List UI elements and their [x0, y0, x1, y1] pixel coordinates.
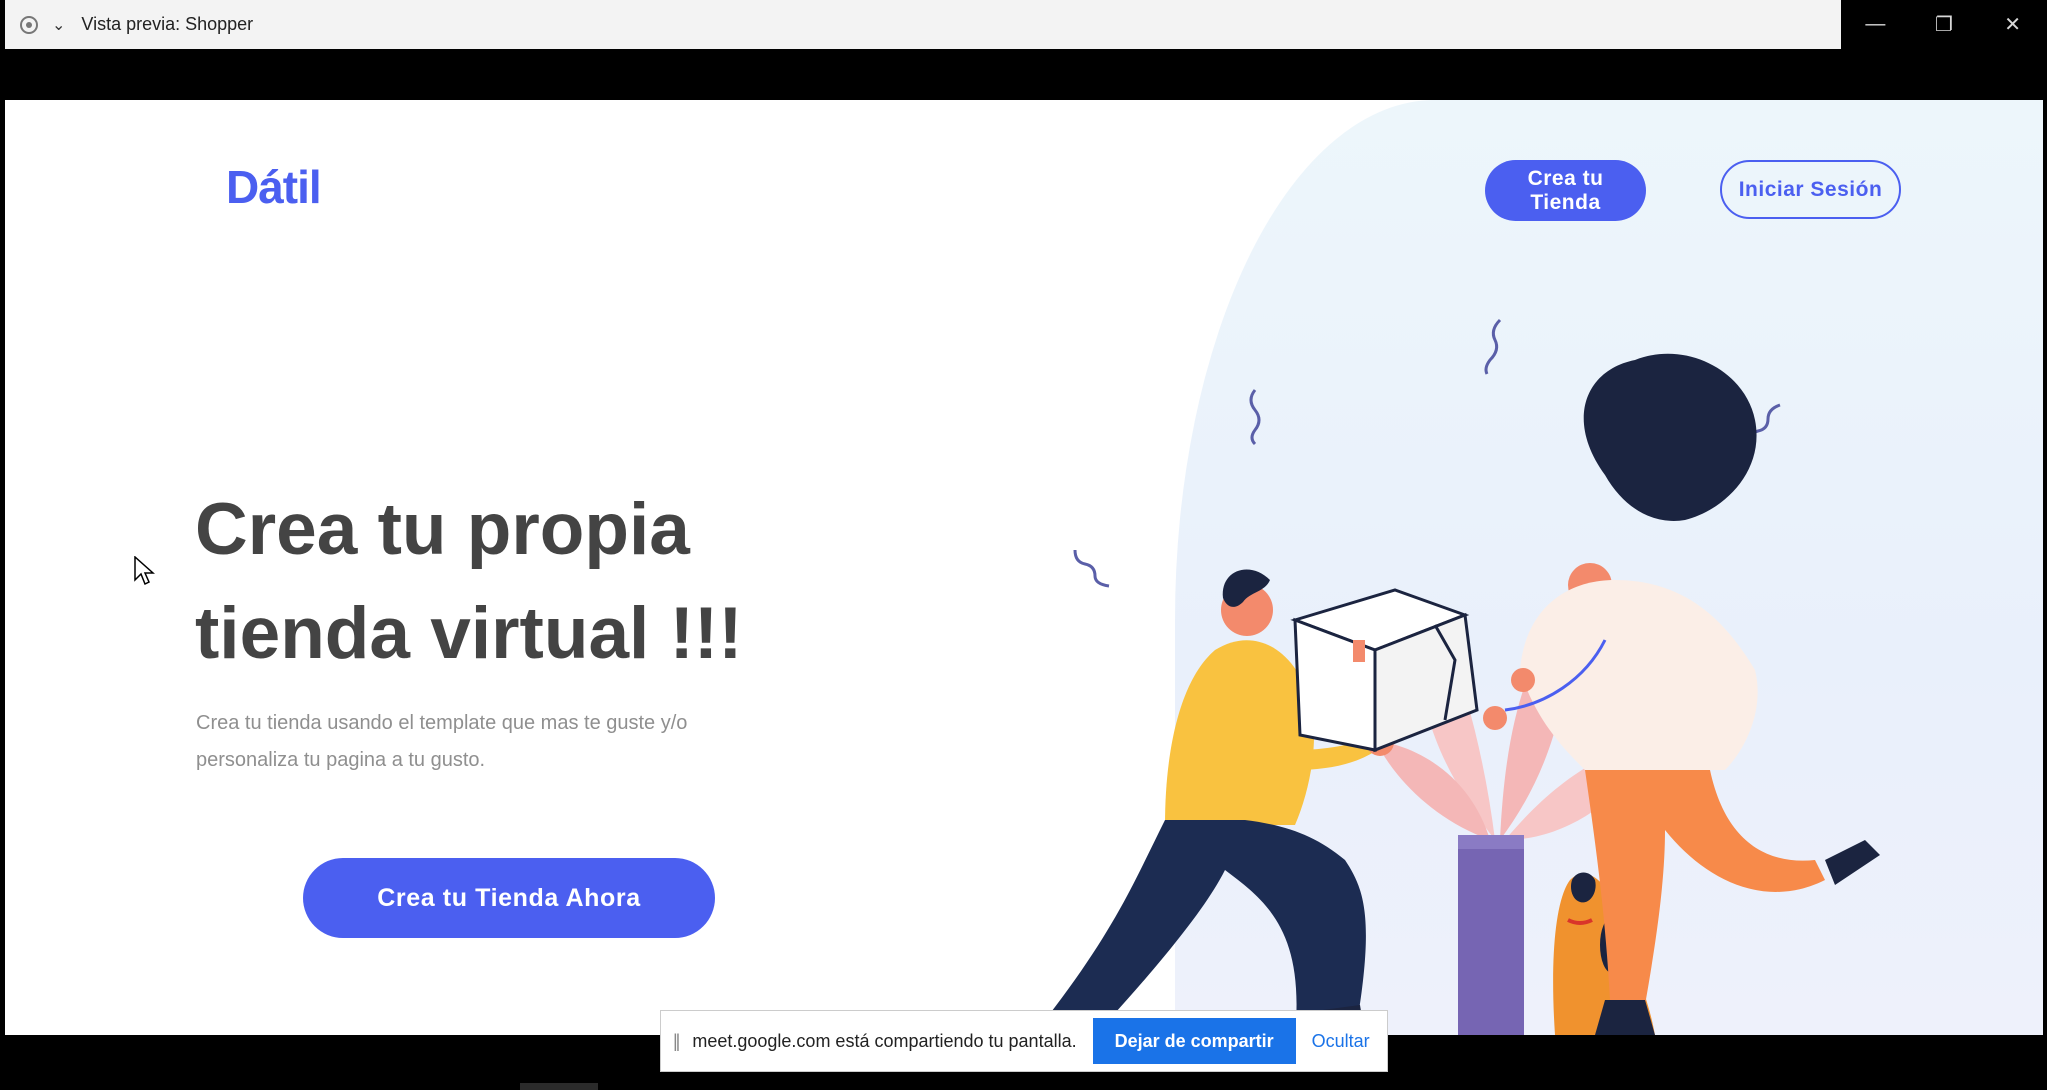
login-button[interactable]: Iniciar Sesión [1720, 160, 1901, 219]
window-controls: — ❐ ✕ [1841, 0, 2047, 49]
mouse-cursor-icon [134, 556, 155, 586]
squiggle-shape [1484, 318, 1502, 375]
hero-illustration [1015, 318, 1880, 1035]
record-icon[interactable] [20, 15, 38, 34]
hero-headline: Crea tu propia tienda virtual !!! [195, 478, 895, 686]
window-title: Vista previa: Shopper [81, 14, 254, 34]
taskbar-indicator [520, 1083, 598, 1090]
preview-page: Dátil Crea tu Tienda Iniciar Sesión Crea… [5, 100, 2043, 1035]
squiggle-shape [1073, 549, 1110, 588]
create-store-now-button[interactable]: Crea tu Tienda Ahora [303, 858, 715, 938]
minimize-icon[interactable]: — [1845, 13, 1905, 36]
window-titlebar: ⌄ Vista previa: Shopper [5, 0, 1841, 49]
hero-subtitle: Crea tu tienda usando el template que ma… [196, 705, 836, 779]
hero-headline-line1: Crea tu propia [195, 489, 690, 570]
hide-link[interactable]: Ocultar [1312, 1031, 1370, 1052]
chevron-down-icon[interactable]: ⌄ [52, 15, 65, 35]
stop-sharing-button[interactable]: Dejar de compartir [1092, 1018, 1296, 1064]
woman-graphic [1483, 353, 1880, 1035]
hero-headline-line2: tienda virtual !!! [195, 593, 743, 674]
hero-subtitle-line1: Crea tu tienda usando el template que ma… [196, 712, 688, 734]
hero-subtitle-line2: personaliza tu pagina a tu gusto. [196, 749, 486, 771]
site-logo[interactable]: Dátil [226, 160, 322, 214]
share-message: meet.google.com está compartiendo tu pan… [692, 1030, 1077, 1051]
restore-icon[interactable]: ❐ [1914, 12, 1974, 37]
squiggle-shape [1249, 389, 1261, 446]
screen-share-bar: || meet.google.com está compartiendo tu … [660, 1010, 1388, 1072]
drag-handle[interactable]: || [673, 1031, 681, 1052]
close-icon[interactable]: ✕ [1983, 12, 2043, 37]
create-store-button[interactable]: Crea tu Tienda [1485, 160, 1646, 221]
